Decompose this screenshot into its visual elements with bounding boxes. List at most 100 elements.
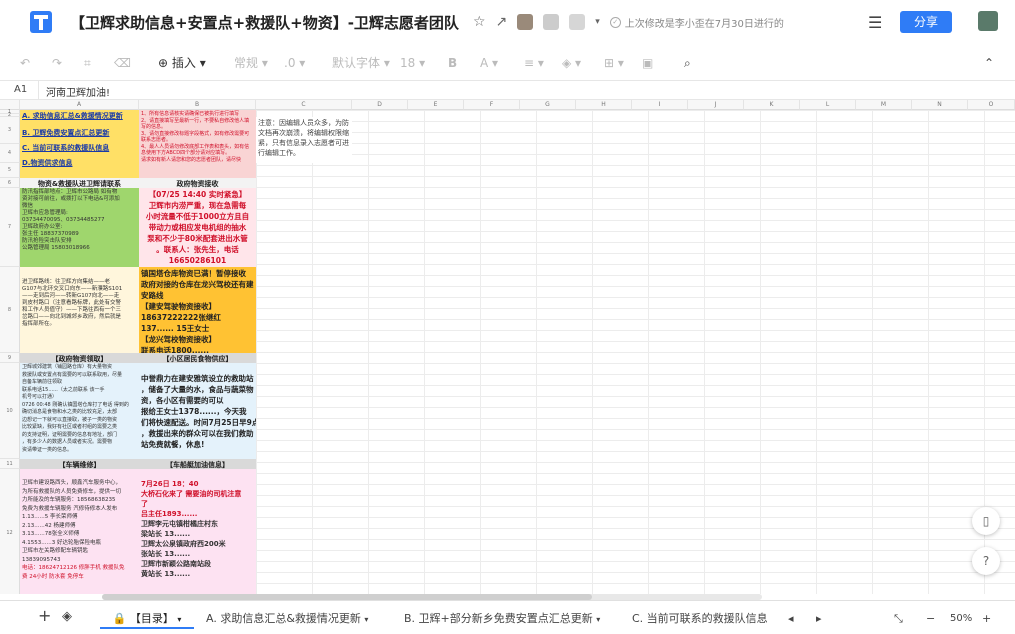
user-avatar[interactable] <box>978 11 998 31</box>
share-button[interactable]: 分享 <box>900 11 952 33</box>
column-header[interactable]: M <box>856 100 912 110</box>
text-line: 站免费就餐，休息! <box>141 440 205 449</box>
layers-icon[interactable]: ◈ <box>62 607 72 627</box>
cell-warehouse-info[interactable]: 镇国塔仓库物资已满！暂停接收 政府对接的仓库在龙兴驾校还有建 安路线 【建安驾驶… <box>139 267 256 353</box>
header-vehicle-repair[interactable]: 【车辆维修】 <box>20 459 139 469</box>
undo-icon[interactable]: ↶ <box>20 54 30 72</box>
collapse-toolbar-icon[interactable]: ⌃ <box>984 54 994 72</box>
text-line: 黄站长 13...... <box>141 570 191 578</box>
app-logo-icon[interactable] <box>30 11 52 33</box>
decimal-select[interactable]: .0 ▾ <box>284 54 305 72</box>
tab-help-info[interactable]: A. 求助信息汇总&救援情况更新 ▾ <box>206 609 368 629</box>
column-header[interactable]: O <box>968 100 1015 110</box>
chevron-down-icon[interactable]: ▾ <box>595 17 600 27</box>
column-header[interactable]: E <box>408 100 464 110</box>
tab-rescue-teams[interactable]: C. 当前可联系的救援队信息 <box>632 609 768 629</box>
mobile-view-icon[interactable]: ▯ <box>972 507 1000 535</box>
tab-scroll-right-icon[interactable]: ▸ <box>816 609 822 629</box>
cell-urgent-notice[interactable]: 【07/25 14:40 实时紧急】 卫辉市内涝严重，现在急需每 小时流量不低于… <box>139 188 256 267</box>
text-line: 卫辉市应急管理局: <box>22 210 68 216</box>
add-sheet-icon[interactable]: + <box>38 606 51 626</box>
eraser-icon[interactable]: ⌫ <box>114 54 131 72</box>
cell-a-links[interactable]: A. 求助信息汇总&救援情况更新 B. 卫辉免费安置点汇总更新 C. 当前可联系… <box>20 110 139 178</box>
collaborator-avatar[interactable] <box>517 14 534 30</box>
sheet-grid[interactable]: A B C D E F G H I J K L M N O 1 2 3 4 5 … <box>0 100 1015 594</box>
help-icon[interactable]: ? <box>972 547 1000 575</box>
star-icon[interactable]: ☆ <box>473 14 486 30</box>
column-header[interactable]: J <box>688 100 744 110</box>
insert-button[interactable]: ⊕ 插入 ▾ <box>158 54 206 72</box>
formula-input[interactable]: 河南卫辉加油! <box>46 84 110 99</box>
zoom-level[interactable]: 50% <box>950 609 972 629</box>
cell-food-supply-info[interactable]: 中誉鼎力在建安雅筑设立的救助站 ，储备了大量的水，食品与蔬菜物 资，各小区有需要… <box>139 363 256 459</box>
row-header[interactable]: 3 <box>0 117 20 144</box>
cell-route-info[interactable]: 进卫辉路线：往卫辉方向集结——老 G107与北环交叉口向东——新濮路S101 —… <box>20 267 139 353</box>
header-gov-receiving[interactable]: 政府物资接收 <box>139 178 256 188</box>
row-header[interactable]: 12 <box>0 469 20 594</box>
tab-scroll-left-icon[interactable]: ◂ <box>788 609 794 629</box>
text-line: 进卫辉路线：往卫辉方向集结——老 <box>22 279 111 285</box>
redo-icon[interactable]: ↷ <box>52 54 62 72</box>
cell-fuel-info[interactable]: 7月26日 18：40 大桥石化来了 需要油的司机注意 了 吕主任1893...… <box>139 469 256 594</box>
note-line: 4、最人人员请勿修改底部工作表和表头，如有信息使用下方ABCD四个部分请对应填写… <box>141 143 250 157</box>
fill-color-icon[interactable]: ◈ ▾ <box>562 54 581 72</box>
font-size-select[interactable]: 18 ▾ <box>400 54 425 72</box>
cell-b-notes[interactable]: 1、所有信息请核实请确保已被执行进行填写 2、请直接填写至最新一行，不要私自修改… <box>139 110 256 178</box>
link-a[interactable]: A. 求助信息汇总&救援情况更新 <box>22 111 137 122</box>
column-header[interactable]: K <box>744 100 800 110</box>
column-header[interactable]: D <box>352 100 408 110</box>
row-header[interactable]: 7 <box>0 188 20 267</box>
column-header[interactable]: L <box>800 100 856 110</box>
cell-edit-notice[interactable]: 注意：因编辑人员众多，为防文档再次崩溃，将编辑权限缩紧，只有信息录入志愿者可进行… <box>256 117 352 163</box>
column-header[interactable]: N <box>912 100 968 110</box>
header-material-contact[interactable]: 物资&救援队进卫辉请联系 <box>20 178 139 188</box>
fit-screen-icon[interactable]: ⤡ <box>894 609 903 629</box>
bold-icon[interactable]: B <box>448 54 457 72</box>
row-header[interactable]: 4 <box>0 144 20 163</box>
font-color-icon[interactable]: A ▾ <box>480 54 498 72</box>
empty-cells-area[interactable] <box>256 110 1015 594</box>
cell-gov-pickup-info[interactable]: 卫辉城郊建筑（铺园路仓库）有大量物资 救援队或安置点有需要的可以联系取用，尽量 … <box>20 363 139 459</box>
column-header[interactable]: F <box>464 100 520 110</box>
align-icon[interactable]: ≡ ▾ <box>524 54 544 72</box>
row-header[interactable]: 11 <box>0 459 20 469</box>
column-header[interactable]: G <box>520 100 576 110</box>
borders-icon[interactable]: ⊞ ▾ <box>604 54 624 72</box>
row-header[interactable]: 5 <box>0 163 20 178</box>
tab-shelters[interactable]: B. 卫辉+部分新乡免费安置点汇总更新 ▾ <box>404 609 600 629</box>
row-header[interactable]: 10 <box>0 363 20 459</box>
tab-catalog[interactable]: 🔒 【目录】 ▾ <box>100 609 194 629</box>
header-gov-pickup[interactable]: 【政府物资领取】 <box>20 353 139 363</box>
share-link-icon[interactable]: ↗ <box>496 14 508 30</box>
search-icon[interactable]: ⌕ <box>684 54 691 72</box>
column-header[interactable]: C <box>256 100 352 110</box>
zoom-in-icon[interactable]: + <box>982 609 991 629</box>
header-fuel-info[interactable]: 【车船艇加油信息】 <box>139 459 256 469</box>
link-b[interactable]: B. 卫辉免费安置点汇总更新 <box>22 128 137 139</box>
menu-icon[interactable]: ☰ <box>868 13 882 32</box>
column-header[interactable]: I <box>632 100 688 110</box>
header-resident-food[interactable]: 【小区居民食物供应】 <box>139 353 256 363</box>
row-header[interactable]: 6 <box>0 178 20 188</box>
text-line: 防汛指挥部地点：卫辉市公路局 如有物 <box>22 189 118 195</box>
collaborator-avatar[interactable] <box>569 14 586 30</box>
row-header[interactable]: 8 <box>0 267 20 353</box>
cell-reference[interactable]: A1 <box>14 84 27 95</box>
number-format-select[interactable]: 常规 ▾ <box>234 54 268 72</box>
document-title[interactable]: 【卫辉求助信息+安置点+救援队+物资】-卫辉志愿者团队 <box>70 12 459 33</box>
format-painter-icon[interactable]: ⌗ <box>84 54 91 72</box>
row-header[interactable]: 9 <box>0 353 20 363</box>
zoom-out-icon[interactable]: − <box>926 609 935 629</box>
text-line: 2.13......42 杨建师傅 <box>22 522 76 529</box>
column-header[interactable]: A <box>20 100 139 110</box>
collaborator-avatar[interactable] <box>543 14 560 30</box>
column-header[interactable]: B <box>139 100 256 110</box>
link-c[interactable]: C. 当前可联系的救援队信息 <box>22 143 137 154</box>
font-family-select[interactable]: 默认字体 ▾ <box>332 54 390 72</box>
cell-contact-info[interactable]: 防汛指挥部地点：卫辉市公路局 如有物 资对接可前往，或拨打以下电话&可添加 微信… <box>20 188 139 267</box>
link-d[interactable]: D.物资供求信息 <box>22 158 137 169</box>
merge-cells-icon[interactable]: ▣ <box>642 54 653 72</box>
cell-vehicle-repair-info[interactable]: 卫辉市建设路西头，顺鑫汽车服务中心， 为所有救援队的人员免费修车，提供一切 力所… <box>20 469 139 594</box>
column-header[interactable]: H <box>576 100 632 110</box>
text-line: 【建安驾驶物资接收】 <box>141 302 216 311</box>
